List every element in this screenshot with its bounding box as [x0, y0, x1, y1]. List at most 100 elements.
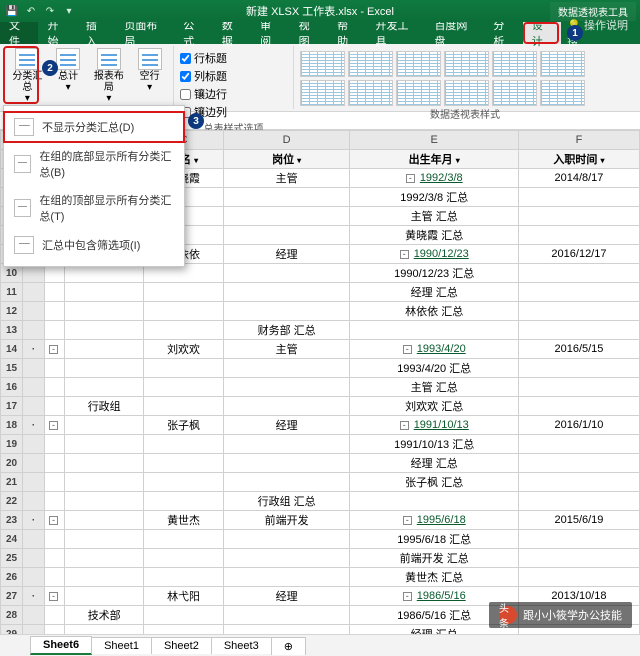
cell[interactable]: - 1993/4/20	[350, 340, 518, 359]
cell[interactable]	[65, 587, 144, 606]
cell[interactable]: - 1990/12/23	[350, 245, 518, 264]
cell[interactable]	[223, 530, 350, 549]
cell[interactable]	[518, 435, 639, 454]
cell[interactable]	[144, 397, 223, 416]
cell[interactable]: 主管	[223, 169, 350, 188]
ribbon-btn[interactable]: 空行▾	[132, 48, 167, 104]
cell[interactable]	[518, 359, 639, 378]
qat-more-icon[interactable]: ▾	[61, 3, 77, 19]
cell[interactable]	[65, 511, 144, 530]
cell[interactable]: 经理	[223, 416, 350, 435]
cell[interactable]	[65, 435, 144, 454]
cell[interactable]: 刘欢欢	[144, 340, 223, 359]
cell[interactable]	[65, 283, 144, 302]
cell[interactable]	[65, 473, 144, 492]
tab-百度网盘[interactable]: 百度网盘	[425, 22, 484, 44]
cell[interactable]	[144, 568, 223, 587]
cell[interactable]	[223, 207, 350, 226]
cell[interactable]	[518, 454, 639, 473]
cell[interactable]	[518, 397, 639, 416]
cell[interactable]	[223, 302, 350, 321]
cell[interactable]: 行政组 汇总	[223, 492, 350, 511]
cell[interactable]: - 1991/10/13	[350, 416, 518, 435]
col-header[interactable]: F	[518, 131, 639, 150]
cell[interactable]	[65, 492, 144, 511]
cell[interactable]	[223, 188, 350, 207]
tab-审阅[interactable]: 审阅	[251, 22, 289, 44]
cell[interactable]: 经理 汇总	[350, 454, 518, 473]
tab-分析[interactable]: 分析	[484, 22, 522, 44]
pivot-style[interactable]	[396, 80, 441, 106]
cell[interactable]	[144, 378, 223, 397]
dropdown-item[interactable]: 汇总中包含筛选项(I)	[4, 230, 184, 260]
pivot-style[interactable]	[300, 51, 345, 77]
check-列标题[interactable]: 列标题	[180, 68, 287, 84]
tab-公式[interactable]: 公式	[174, 22, 212, 44]
cell[interactable]: 技术部	[65, 606, 144, 625]
cell[interactable]	[223, 549, 350, 568]
cell[interactable]	[65, 625, 144, 635]
tab-页面布局[interactable]: 页面布局	[115, 22, 174, 44]
pivot-style[interactable]	[492, 80, 537, 106]
cell[interactable]: 2016/1/10	[518, 416, 639, 435]
tab-设计[interactable]: 设计	[523, 22, 561, 44]
col-header[interactable]: D	[223, 131, 350, 150]
cell[interactable]: 1995/6/18 汇总	[350, 530, 518, 549]
sheet-tab[interactable]: Sheet2	[151, 637, 212, 654]
cell[interactable]	[144, 549, 223, 568]
cell[interactable]	[223, 378, 350, 397]
cell[interactable]	[144, 473, 223, 492]
cell[interactable]	[518, 188, 639, 207]
cell[interactable]	[144, 530, 223, 549]
tab-帮助[interactable]: 帮助	[328, 22, 366, 44]
cell[interactable]: 2014/8/17	[518, 169, 639, 188]
cell[interactable]	[223, 454, 350, 473]
tab-视图[interactable]: 视图	[290, 22, 328, 44]
field-header[interactable]: 岗位 ▾	[223, 150, 350, 169]
cell[interactable]	[518, 378, 639, 397]
cell[interactable]: 2016/5/15	[518, 340, 639, 359]
cell[interactable]	[518, 492, 639, 511]
cell[interactable]: 林依依 汇总	[350, 302, 518, 321]
undo-icon[interactable]: ↶	[23, 3, 39, 19]
cell[interactable]	[518, 226, 639, 245]
cell[interactable]: 主管 汇总	[350, 207, 518, 226]
tab-数据[interactable]: 数据	[213, 22, 251, 44]
redo-icon[interactable]: ↷	[42, 3, 58, 19]
cell[interactable]	[144, 302, 223, 321]
cell[interactable]	[144, 435, 223, 454]
save-icon[interactable]: 💾	[4, 3, 20, 19]
tab-插入[interactable]: 插入	[77, 22, 115, 44]
cell[interactable]: 经理	[223, 245, 350, 264]
cell[interactable]	[65, 568, 144, 587]
cell[interactable]	[518, 473, 639, 492]
cell[interactable]: 黄世杰 汇总	[350, 568, 518, 587]
cell[interactable]	[144, 359, 223, 378]
sheet-tab[interactable]: Sheet3	[211, 637, 272, 654]
cell[interactable]	[350, 321, 518, 340]
pivot-style[interactable]	[300, 80, 345, 106]
cell[interactable]	[223, 625, 350, 635]
ribbon-btn[interactable]: 报表布局▾	[92, 48, 127, 104]
cell[interactable]: 林弋阳	[144, 587, 223, 606]
cell[interactable]	[518, 283, 639, 302]
pivot-style[interactable]	[396, 51, 441, 77]
cell[interactable]	[144, 321, 223, 340]
cell[interactable]: 1992/3/8 汇总	[350, 188, 518, 207]
cell[interactable]	[223, 606, 350, 625]
cell[interactable]: 黄晓霞 汇总	[350, 226, 518, 245]
check-行标题[interactable]: 行标题	[180, 50, 287, 66]
pivot-style[interactable]	[540, 51, 585, 77]
cell[interactable]: 主管	[223, 340, 350, 359]
cell[interactable]	[223, 264, 350, 283]
field-header[interactable]: 出生年月 ▾	[350, 150, 518, 169]
add-sheet-button[interactable]: ⊕	[271, 637, 306, 655]
cell[interactable]: 行政组	[65, 397, 144, 416]
cell[interactable]	[223, 473, 350, 492]
cell[interactable]	[144, 454, 223, 473]
dropdown-item[interactable]: 在组的顶部显示所有分类汇总(T)	[4, 186, 184, 230]
dropdown-item[interactable]: 在组的底部显示所有分类汇总(B)	[4, 142, 184, 186]
pivot-style[interactable]	[444, 80, 489, 106]
cell[interactable]: 1993/4/20 汇总	[350, 359, 518, 378]
cell[interactable]: 前端开发 汇总	[350, 549, 518, 568]
